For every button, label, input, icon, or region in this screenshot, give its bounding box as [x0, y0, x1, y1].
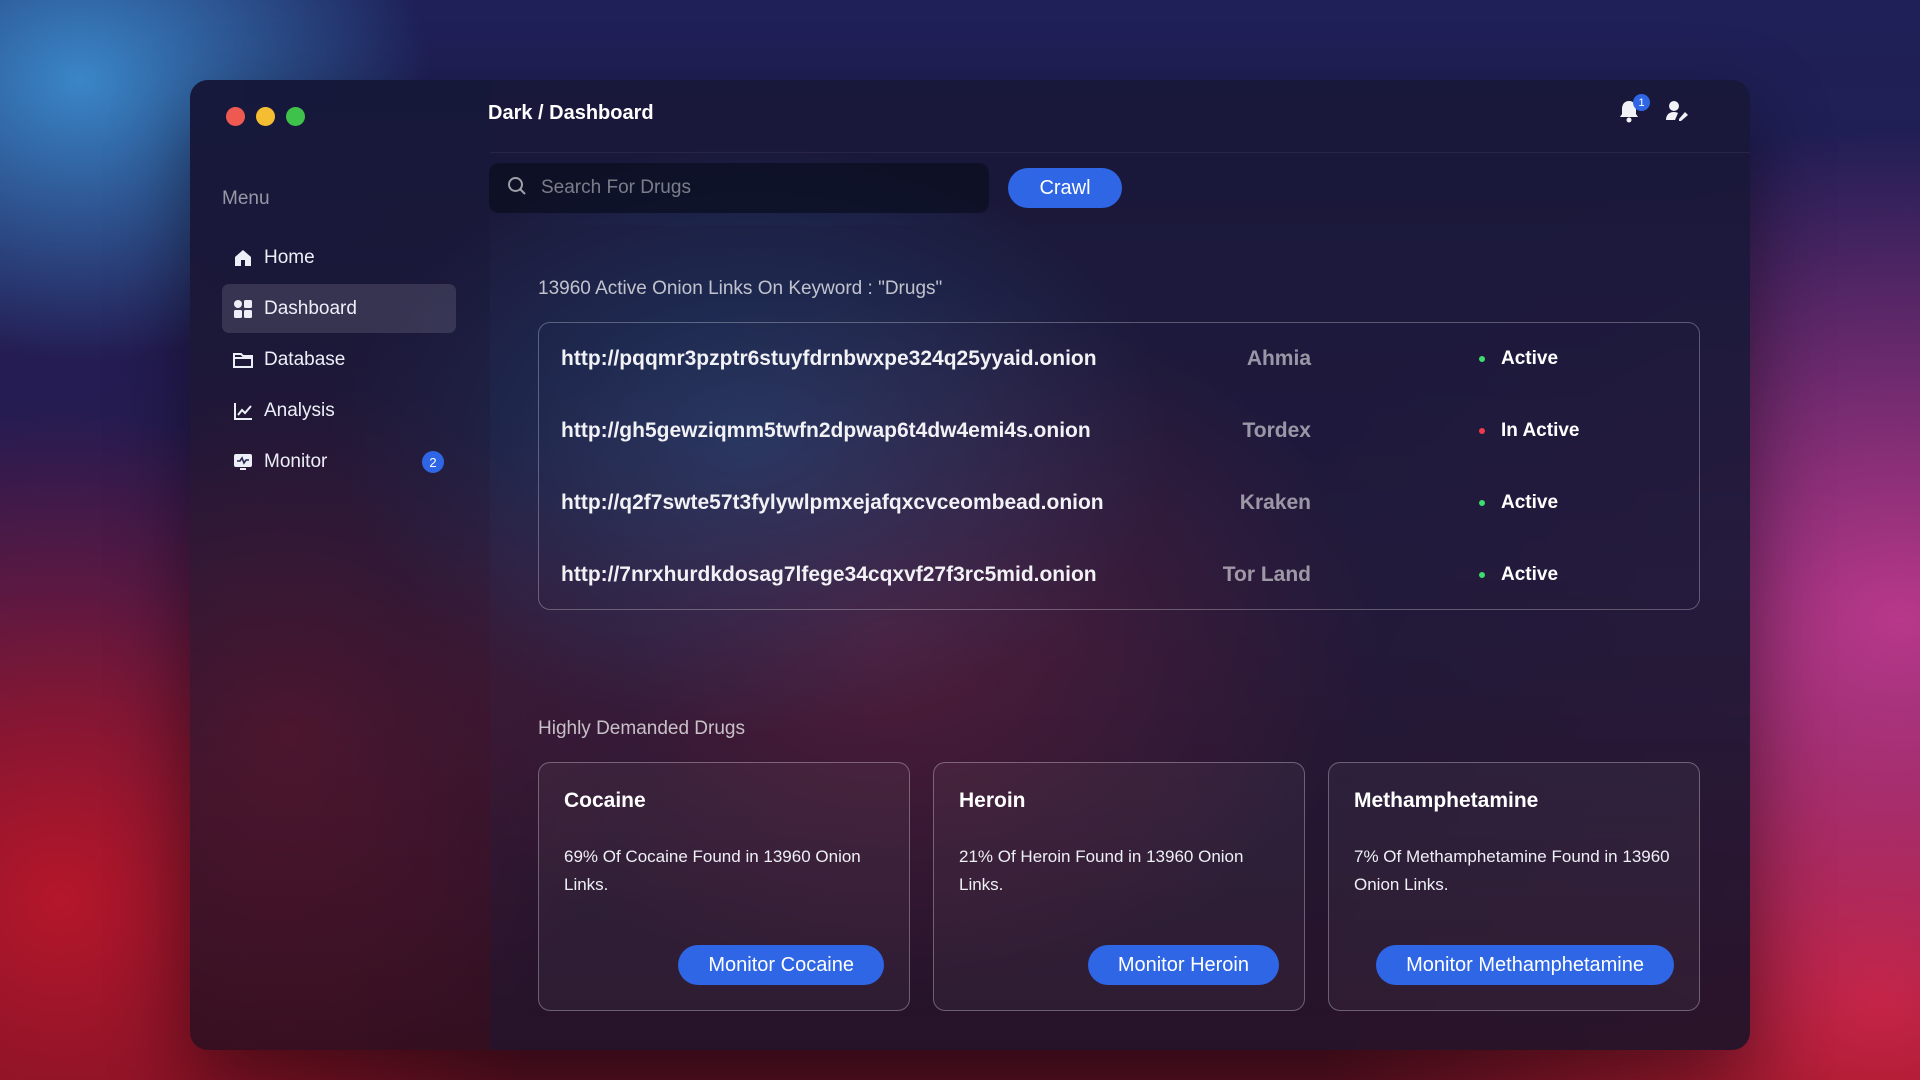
status-label: In Active — [1501, 420, 1580, 441]
status-label: Active — [1501, 348, 1559, 369]
header-divider — [490, 152, 1750, 153]
status-dot — [1479, 500, 1485, 506]
status-dot — [1479, 356, 1485, 362]
onion-url[interactable]: http://gh5gewziqmm5twfn2dpwap6t4dw4emi4s… — [561, 419, 1091, 443]
drug-card-methamphetamine: Methamphetamine 7% Of Methamphetamine Fo… — [1328, 762, 1700, 1011]
onion-url[interactable]: http://q2f7swte57t3fylywlpmxejafqxcvceom… — [561, 491, 1104, 515]
close-window-button[interactable] — [226, 107, 245, 126]
monitor-methamphetamine-button[interactable]: Monitor Methamphetamine — [1376, 945, 1674, 985]
monitor-cocaine-button[interactable]: Monitor Cocaine — [678, 945, 884, 985]
onion-url[interactable]: http://pqqmr3pzptr6stuyfdrnbwxpe324q25yy… — [561, 347, 1097, 371]
crawl-button[interactable]: Crawl — [1008, 168, 1122, 208]
drug-card-heroin: Heroin 21% Of Heroin Found in 13960 Onio… — [933, 762, 1305, 1011]
minimize-window-button[interactable] — [256, 107, 275, 126]
source-name: Tordex — [1242, 419, 1311, 442]
breadcrumb: Dark / Dashboard — [488, 102, 654, 124]
sidebar-item-label: Analysis — [264, 399, 335, 421]
search-icon — [507, 176, 527, 201]
status-dot — [1479, 572, 1485, 578]
menu-label: Menu — [222, 188, 270, 209]
sidebar-item-label: Dashboard — [264, 297, 357, 319]
drug-card-cocaine: Cocaine 69% Of Cocaine Found in 13960 On… — [538, 762, 910, 1011]
sidebar: Menu Home Dashboard Database Analysis Mo… — [190, 80, 490, 1050]
card-title: Methamphetamine — [1354, 789, 1539, 812]
app-window: Menu Home Dashboard Database Analysis Mo… — [190, 80, 1750, 1050]
monitor-count-badge: 2 — [422, 451, 444, 473]
status-label: Active — [1501, 492, 1559, 513]
results-title: 13960 Active Onion Links On Keyword : "D… — [538, 278, 943, 299]
onion-url[interactable]: http://7nrxhurdkdosag7lfege34cqxvf27f3rc… — [561, 563, 1097, 587]
status-badge: In Active — [1479, 420, 1580, 442]
window-controls — [226, 107, 305, 126]
notification-badge: 1 — [1633, 94, 1650, 111]
status-dot — [1479, 428, 1485, 434]
header-actions: 1 — [1616, 94, 1690, 126]
sidebar-item-home[interactable]: Home — [222, 233, 456, 282]
sidebar-nav: Home Dashboard Database Analysis Monitor… — [222, 233, 456, 488]
table-row[interactable]: http://q2f7swte57t3fylywlpmxejafqxcvceom… — [539, 467, 1699, 539]
search-input[interactable] — [539, 176, 963, 200]
status-badge: Active — [1479, 564, 1558, 586]
profile-button[interactable] — [1664, 100, 1690, 126]
table-row[interactable]: http://gh5gewziqmm5twfn2dpwap6t4dw4emi4s… — [539, 395, 1699, 467]
card-description: 7% Of Methamphetamine Found in 13960 Oni… — [1354, 847, 1670, 894]
monitor-icon — [232, 451, 254, 473]
notifications-button[interactable]: 1 — [1616, 94, 1650, 126]
sidebar-item-monitor[interactable]: Monitor 2 — [222, 437, 456, 486]
status-badge: Active — [1479, 348, 1558, 370]
sidebar-item-analysis[interactable]: Analysis — [222, 386, 456, 435]
card-title: Heroin — [959, 789, 1026, 812]
table-row[interactable]: http://pqqmr3pzptr6stuyfdrnbwxpe324q25yy… — [539, 323, 1699, 395]
demanded-section-title: Highly Demanded Drugs — [538, 718, 745, 739]
card-title: Cocaine — [564, 789, 646, 812]
user-edit-icon — [1665, 99, 1689, 128]
sidebar-item-label: Database — [264, 348, 346, 370]
home-icon — [232, 247, 254, 269]
sidebar-item-label: Home — [264, 246, 315, 268]
table-row[interactable]: http://7nrxhurdkdosag7lfege34cqxvf27f3rc… — [539, 539, 1699, 611]
status-badge: Active — [1479, 492, 1558, 514]
search-bar[interactable] — [489, 163, 989, 213]
onion-links-table: http://pqqmr3pzptr6stuyfdrnbwxpe324q25yy… — [538, 322, 1700, 610]
source-name: Ahmia — [1246, 347, 1311, 370]
source-name: Kraken — [1239, 491, 1311, 514]
monitor-heroin-button[interactable]: Monitor Heroin — [1087, 945, 1279, 985]
sidebar-item-label: Monitor — [264, 450, 328, 472]
card-description: 21% Of Heroin Found in 13960 Onion Links… — [959, 847, 1244, 894]
sidebar-item-database[interactable]: Database — [222, 335, 456, 384]
status-label: Active — [1501, 564, 1559, 585]
chart-icon — [232, 400, 254, 422]
sidebar-item-dashboard[interactable]: Dashboard — [222, 284, 456, 333]
card-description: 69% Of Cocaine Found in 13960 Onion Link… — [564, 847, 861, 894]
dashboard-icon — [232, 298, 254, 320]
source-name: Tor Land — [1222, 563, 1311, 586]
folder-icon — [232, 349, 254, 371]
maximize-window-button[interactable] — [286, 107, 305, 126]
